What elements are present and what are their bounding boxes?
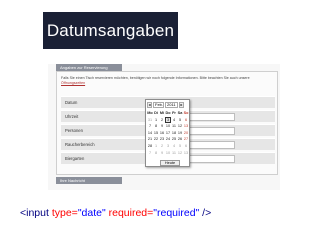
year-stepper[interactable]: 2011 bbox=[165, 101, 178, 108]
section-header-reservation: Angaben zur Reservierung bbox=[56, 64, 122, 71]
prev-month-button[interactable]: ◂ bbox=[147, 101, 152, 108]
section-header-message: Ihre Nachricht bbox=[56, 177, 122, 184]
time-label: Uhrzeit bbox=[65, 114, 79, 119]
code-attr-required: required= bbox=[105, 207, 154, 219]
slide-title: Datumsangaben bbox=[46, 20, 175, 40]
code-tag-open: <input bbox=[20, 207, 52, 219]
date-picker-header: ◂ Feb. 2011 ▸ bbox=[147, 101, 189, 108]
date-picker-popup: ◂ Feb. 2011 ▸ Mo Di Mi Do Fr Sa So 31 1 2 3 4 5 6 7 8 9 1… bbox=[145, 99, 190, 167]
calendar-day[interactable]: 27 bbox=[183, 136, 189, 143]
code-snippet: <input type="date" required="required" /… bbox=[20, 207, 211, 219]
persons-label: Personen bbox=[65, 128, 83, 133]
beergarden-label: Biergarten bbox=[65, 156, 85, 161]
code-value-required: "required" bbox=[153, 207, 200, 219]
info-text-body: Falls Sie einen Tisch reservieren möchte… bbox=[61, 76, 250, 80]
code-value-date: "date" bbox=[77, 207, 106, 219]
code-attr-type: type= bbox=[51, 207, 78, 219]
info-text: Falls Sie einen Tisch reservieren möchte… bbox=[61, 76, 261, 86]
opening-hours-link[interactable]: Öffnungszeiten bbox=[61, 81, 85, 85]
slide-title-box: Datumsangaben bbox=[43, 12, 178, 49]
calendar-day[interactable]: 6 bbox=[183, 143, 189, 150]
calendar-day[interactable]: 13 bbox=[183, 123, 189, 130]
date-label: Datum bbox=[65, 100, 78, 105]
calendar-day[interactable]: 13 bbox=[183, 150, 189, 157]
date-picker-grid: Mo Di Mi Do Fr Sa So 31 1 2 3 4 5 6 7 8 9 10 11 12 13 14 15 16 1… bbox=[147, 110, 189, 156]
next-month-button[interactable]: ▸ bbox=[179, 101, 184, 108]
weekday-header: So bbox=[183, 111, 189, 115]
month-select[interactable]: Feb. bbox=[153, 101, 164, 108]
calendar-day[interactable]: 20 bbox=[183, 130, 189, 137]
calendar-day[interactable]: 6 bbox=[183, 117, 189, 124]
today-button[interactable]: Heute bbox=[160, 160, 180, 166]
smoking-label: Raucherbereich bbox=[65, 142, 95, 147]
code-tag-close: /> bbox=[199, 207, 212, 219]
